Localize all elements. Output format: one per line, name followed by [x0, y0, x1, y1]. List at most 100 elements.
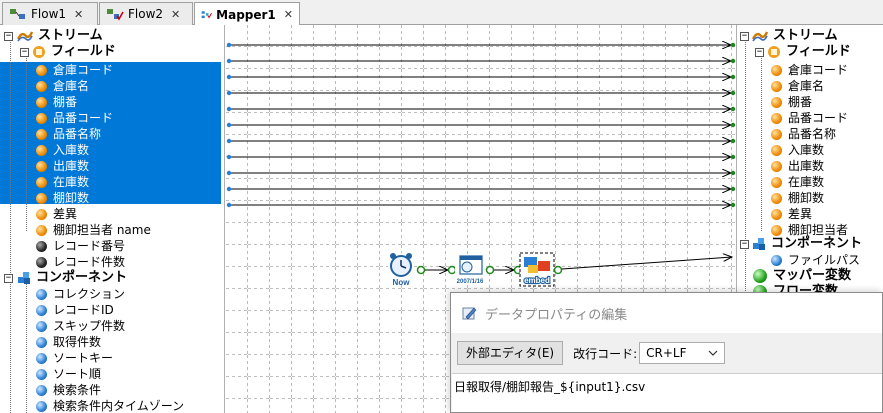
component-item[interactable]: レコードID — [36, 302, 116, 318]
field-item[interactable]: 入庫数 — [36, 142, 91, 158]
component-item[interactable]: 取得件数 — [36, 334, 103, 350]
source-port-icon[interactable] — [226, 90, 232, 96]
field-item[interactable]: 倉庫コード — [36, 62, 115, 78]
field-item[interactable]: 出庫数 — [771, 158, 826, 174]
tree-label: スキップ件数 — [53, 319, 126, 333]
source-port-icon[interactable] — [226, 74, 232, 80]
field-item[interactable]: 品番名称 — [771, 126, 838, 142]
field-item[interactable]: 品番コード — [771, 110, 850, 126]
field-item[interactable]: 差異 — [771, 206, 814, 222]
tree-stream[interactable]: − ストリーム — [4, 28, 105, 44]
field-item[interactable]: 入庫数 — [771, 142, 826, 158]
target-port-icon[interactable] — [730, 42, 736, 48]
collapse-icon[interactable]: − — [740, 239, 749, 249]
port-icon[interactable] — [416, 265, 426, 275]
source-port-icon[interactable] — [226, 154, 232, 160]
field-label: 倉庫名 — [53, 79, 90, 93]
file-path-item[interactable]: ファイルパス — [771, 252, 862, 268]
component-item[interactable]: 検索条件内タイムゾーン — [36, 398, 186, 413]
field-item[interactable]: 棚番 — [771, 94, 814, 110]
edit-icon — [462, 307, 477, 320]
tree-field-group[interactable]: − フィールド — [755, 44, 853, 60]
field-item[interactable]: 棚卸数 — [36, 190, 91, 206]
target-port-icon[interactable] — [730, 202, 736, 208]
record-count-item[interactable]: レコード件数 — [36, 254, 127, 270]
mapper-variables-item[interactable]: マッパー変数 — [753, 268, 853, 284]
close-icon[interactable]: ✕ — [171, 8, 180, 21]
tree-label: 検索条件内タイムゾーン — [53, 399, 185, 413]
source-port-icon[interactable] — [226, 170, 232, 176]
target-port-icon[interactable] — [730, 186, 736, 192]
flow-icon — [10, 9, 25, 19]
date-format-icon[interactable]: 2007/1/16 — [455, 255, 485, 285]
target-port-icon[interactable] — [730, 58, 736, 64]
collapse-icon[interactable]: − — [755, 47, 764, 57]
field-item[interactable]: 棚卸担当者 name — [36, 222, 153, 238]
field-item[interactable]: 倉庫名 — [771, 78, 826, 94]
tree-field-group[interactable]: − フィールド — [20, 44, 118, 60]
collapse-icon[interactable]: − — [4, 31, 13, 41]
tab-flow2[interactable]: Flow2 ✕ — [99, 2, 193, 25]
external-editor-button[interactable]: 外部エディタ(E) — [457, 341, 564, 365]
close-icon[interactable]: ✕ — [284, 8, 293, 21]
field-item[interactable]: 在庫数 — [36, 174, 91, 190]
component-item[interactable]: 検索条件 — [36, 382, 103, 398]
field-item[interactable]: 倉庫コード — [771, 62, 850, 78]
field-item[interactable]: 品番名称 — [36, 126, 103, 142]
newline-select[interactable]: CR+LF — [639, 342, 726, 364]
field-item[interactable]: 差異 — [36, 206, 79, 222]
port-icon[interactable] — [447, 265, 457, 275]
target-port-icon[interactable] — [730, 90, 736, 96]
field-item[interactable]: 出庫数 — [36, 158, 91, 174]
record-number-item[interactable]: レコード番号 — [36, 238, 127, 254]
field-item[interactable]: 棚卸数 — [771, 190, 826, 206]
collapse-icon[interactable]: − — [20, 47, 29, 57]
field-label: 差異 — [53, 207, 78, 221]
component-item[interactable]: コレクション — [36, 286, 127, 302]
field-icon — [36, 112, 47, 124]
field-item[interactable]: 倉庫名 — [36, 78, 91, 94]
tree-component[interactable]: − コンポーネント — [4, 270, 129, 286]
property-text-editor[interactable]: 日報取得/棚卸報告_${input1}.csv — [452, 373, 882, 412]
close-icon[interactable]: ✕ — [74, 8, 83, 21]
tree-stream[interactable]: − ストリーム — [740, 28, 840, 44]
component-item[interactable]: ソート順 — [36, 366, 103, 382]
tree-component[interactable]: − コンポーネント — [740, 236, 864, 252]
target-port-icon[interactable] — [730, 122, 736, 128]
field-item[interactable]: 棚番 — [36, 94, 79, 110]
source-port-icon[interactable] — [226, 138, 232, 144]
input-schema-tree[interactable]: − ストリーム − フィールド 倉庫コード 倉庫名 棚番 品番コード 品番名称 … — [0, 25, 225, 413]
field-label: 差異 — [788, 207, 813, 221]
field-item[interactable]: 在庫数 — [771, 174, 826, 190]
embed-function-icon[interactable]: embed — [519, 252, 555, 287]
target-port-icon[interactable] — [730, 154, 736, 160]
target-port-icon[interactable] — [730, 74, 736, 80]
field-label: 品番名称 — [788, 127, 837, 141]
data-property-dialog[interactable]: データプロパティの編集 外部エディタ(E) 改行コード: CR+LF 日報取得/… — [450, 292, 883, 413]
source-port-icon[interactable] — [226, 186, 232, 192]
collapse-icon[interactable]: − — [4, 273, 13, 283]
component-item[interactable]: ソートキー — [36, 350, 115, 366]
field-label: 倉庫コード — [788, 63, 849, 77]
component-item[interactable]: スキップ件数 — [36, 318, 127, 334]
source-port-icon[interactable] — [226, 122, 232, 128]
source-port-icon[interactable] — [226, 58, 232, 64]
property-icon — [36, 288, 47, 300]
source-port-icon[interactable] — [226, 202, 232, 208]
target-port-icon[interactable] — [730, 106, 736, 112]
source-port-icon[interactable] — [226, 106, 232, 112]
source-port-icon[interactable] — [226, 42, 232, 48]
now-function-icon[interactable]: Now — [388, 253, 414, 287]
target-port-icon[interactable] — [730, 138, 736, 144]
tree-label: フィールド — [51, 44, 116, 59]
port-icon[interactable] — [485, 265, 495, 275]
dialog-title-bar[interactable]: データプロパティの編集 — [451, 293, 882, 333]
tab-mapper1[interactable]: Mapper1 ✕ — [194, 2, 300, 26]
tab-flow1[interactable]: Flow1 ✕ — [2, 2, 98, 25]
collapse-icon[interactable]: − — [740, 31, 749, 41]
field-item[interactable]: 品番コード — [36, 110, 115, 126]
field-icon — [771, 192, 782, 204]
component-icon — [18, 272, 30, 284]
target-port-icon[interactable] — [730, 170, 736, 176]
port-icon[interactable] — [553, 265, 563, 275]
